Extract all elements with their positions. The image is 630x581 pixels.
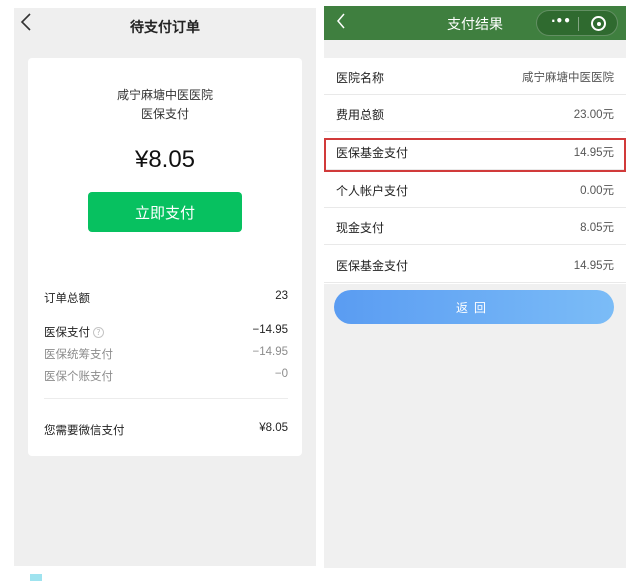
wechat-pay-label: 您需要微信支付 [44, 423, 125, 437]
right-nav-bar: 支付结果 ·•• [324, 6, 626, 40]
left-nav-bar: 待支付订单 [14, 8, 316, 44]
page-title: 待支付订单 [130, 20, 200, 36]
item-value: 咸宁麻塘中医医院 [522, 72, 614, 84]
item-value: 0.00元 [580, 185, 614, 197]
highlight-box [324, 138, 626, 172]
pay-type: 医保支付 [140, 107, 189, 121]
result-list: 医院名称 咸宁麻塘中医医院 费用总额 23.00元 医保基金支付 14.95元 … [324, 58, 626, 284]
insurance-pay-label: 医保支付 [44, 325, 90, 339]
list-item: 医保基金支付 14.95元 [324, 246, 626, 283]
capsule-menu: ·•• [536, 10, 618, 36]
personal-pay-label: 医保个账支付 [44, 369, 113, 383]
personal-pay-value: −0 [274, 368, 288, 380]
payment-result-screen: 支付结果 ·•• 医院名称 咸宁麻塘中医医院 费用总额 23.00元 医保基金支… [324, 6, 626, 568]
list-item: 医院名称 咸宁麻塘中医医院 [324, 58, 626, 95]
insurance-pay-row: 医保支付? −14.95 [44, 324, 288, 340]
item-label: 费用总额 [336, 108, 385, 122]
item-value: 23.00元 [573, 109, 614, 121]
order-card: 咸宁麻塘中医医院 医保支付 ¥8.05 立即支付 订单总额 23 医保支付? −… [28, 58, 302, 456]
capsule-divider [578, 17, 579, 31]
item-label: 医院名称 [336, 71, 385, 85]
order-total-label: 订单总额 [44, 291, 90, 305]
pay-now-button[interactable]: 立即支付 [88, 192, 242, 232]
list-item: 个人帐户支付 0.00元 [324, 171, 626, 208]
return-button[interactable]: 返回 [334, 290, 614, 324]
pending-order-screen: 待支付订单 咸宁麻塘中医医院 医保支付 ¥8.05 立即支付 订单总额 23 医… [14, 8, 316, 566]
wechat-pay-row: 您需要微信支付 ¥8.05 [44, 422, 288, 438]
item-label: 医保基金支付 [336, 259, 409, 273]
order-total-row: 订单总额 23 [44, 290, 288, 306]
question-circle-icon[interactable]: ? [93, 327, 104, 338]
hospital-name: 咸宁麻塘中医医院 [116, 88, 213, 102]
insurance-pay-label-wrap: 医保支付? [44, 324, 104, 340]
list-item: 费用总额 23.00元 [324, 95, 626, 132]
target-close-icon[interactable] [591, 16, 606, 31]
item-label: 现金支付 [336, 221, 385, 235]
pooling-pay-row: 医保统筹支付 −14.95 [44, 346, 288, 362]
wechat-pay-value: ¥8.05 [259, 422, 288, 434]
item-value: 14.95元 [573, 260, 614, 272]
insurance-pay-value: −14.95 [252, 324, 289, 336]
pay-amount: ¥8.05 [134, 146, 196, 173]
personal-pay-row: 医保个账支付 −0 [44, 368, 288, 384]
order-total-value: 23 [275, 290, 288, 302]
more-dots-icon[interactable]: ·•• [551, 14, 571, 28]
pooling-pay-value: −14.95 [252, 346, 289, 358]
pooling-pay-label: 医保统筹支付 [44, 347, 113, 361]
list-item: 现金支付 8.05元 [324, 208, 626, 245]
item-value: 8.05元 [580, 222, 614, 234]
divider [44, 398, 288, 399]
corner-marker [30, 574, 42, 581]
item-label: 个人帐户支付 [336, 184, 409, 198]
